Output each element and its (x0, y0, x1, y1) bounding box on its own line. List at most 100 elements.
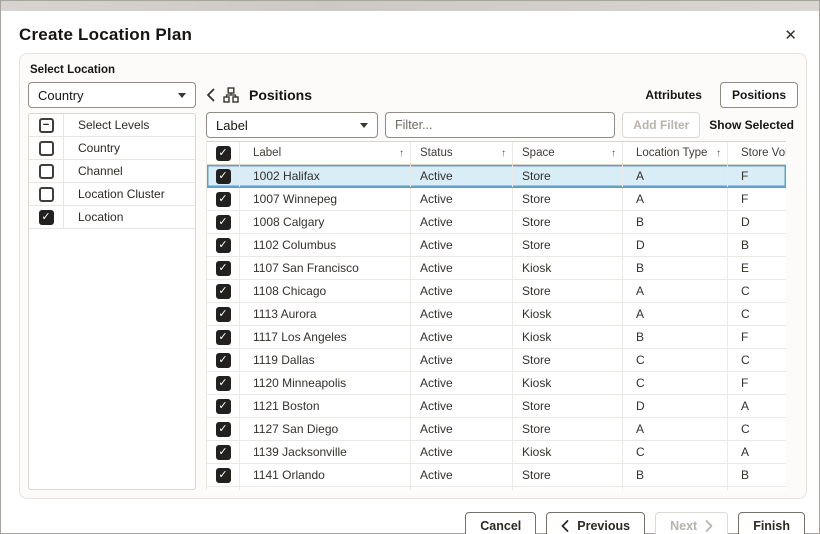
table-scrollbar[interactable] (786, 141, 798, 490)
location-level-dropdown[interactable]: Country (28, 82, 196, 108)
table-row[interactable]: ✓ 1107 San Francisco Active Kiosk B E (207, 257, 786, 280)
column-header-location-type[interactable]: Location Type ↑ (623, 142, 728, 164)
cell-space: Kiosk (513, 372, 623, 394)
column-header-status[interactable]: Status ↑ (411, 142, 513, 164)
previous-button[interactable]: Previous (546, 511, 646, 534)
level-row-country[interactable]: Country (29, 137, 195, 160)
table-row[interactable]: ✓ 1141 Orlando Active Store B B (207, 464, 786, 487)
sort-ascending-icon[interactable]: ↑ (611, 148, 616, 159)
filter-column-dropdown[interactable]: Label (206, 112, 378, 138)
cell-store-volume: F (741, 169, 749, 183)
table-row[interactable]: ✓ 1119 Dallas Active Store C C (207, 349, 786, 372)
table-row[interactable]: ✓ 1002 Halifax Active Store A F (207, 165, 786, 188)
show-selected-toggle[interactable]: Show Selected (707, 118, 798, 132)
table-row[interactable]: ✓ 1007 Winnepeg Active Store A F (207, 188, 786, 211)
positions-table-header-row: ✓ Label ↑ Status ↑ Space ↑ Location Type… (207, 142, 786, 165)
close-icon[interactable]: ✕ (780, 26, 801, 45)
table-row[interactable]: ✓ 1127 San Diego Active Store A C (207, 418, 786, 441)
table-row[interactable]: ✓1143 TampaActiveKioskAB (207, 487, 786, 490)
row-checkbox[interactable]: ✓ (215, 168, 231, 184)
sort-ascending-icon[interactable]: ↑ (501, 148, 506, 159)
chevron-right-icon (705, 520, 713, 532)
level-row-channel[interactable]: Channel (29, 160, 195, 183)
next-button[interactable]: Next (655, 511, 729, 534)
column-header-label[interactable]: Label ↑ (240, 142, 411, 164)
cell-space: Kiosk (513, 326, 623, 348)
cell-store-volume: F (741, 330, 749, 344)
cell-status: Active (411, 211, 513, 233)
row-checkbox[interactable]: ✓ (215, 375, 231, 391)
cell-space: Store (513, 188, 623, 210)
cell-label: 1143 Tampa (240, 487, 411, 490)
row-checkbox[interactable]: ✓ (215, 283, 231, 299)
column-header-store-volume[interactable]: Store Volume↑ (728, 142, 786, 164)
cell-label: 1120 Minneapolis (240, 372, 411, 394)
table-row[interactable]: ✓ 1121 Boston Active Store D A (207, 395, 786, 418)
table-row[interactable]: ✓ 1117 Los Angeles Active Kiosk B F (207, 326, 786, 349)
cell-store-volume: B (741, 468, 750, 482)
sort-ascending-icon[interactable]: ↑ (399, 148, 404, 159)
cell-store-volume: C (741, 353, 750, 367)
cell-status: Active (411, 165, 513, 187)
row-checkbox[interactable]: ✓ (215, 329, 231, 345)
cell-label: 1117 Los Angeles (240, 326, 411, 348)
finish-button[interactable]: Finish (738, 511, 805, 534)
filter-input[interactable] (385, 112, 616, 138)
cell-space: Kiosk (513, 303, 623, 325)
cell-label: 1141 Orlando (240, 464, 411, 486)
cell-space: Store (513, 464, 623, 486)
row-checkbox[interactable]: ✓ (215, 398, 231, 414)
sort-ascending-icon[interactable]: ↑ (716, 148, 721, 159)
row-checkbox[interactable]: ✓ (215, 214, 231, 230)
row-checkbox[interactable]: ✓ (215, 467, 231, 483)
cell-store-volume: F (741, 192, 749, 206)
cell-store-volume: C (741, 284, 750, 298)
cancel-button[interactable]: Cancel (465, 511, 537, 534)
attributes-button[interactable]: Attributes (637, 83, 710, 107)
table-row[interactable]: ✓ 1113 Aurora Active Kiosk A C (207, 303, 786, 326)
table-row[interactable]: ✓ 1139 Jacksonville Active Kiosk C A (207, 441, 786, 464)
cell-store-volume: C (741, 422, 750, 436)
cell-location-type: A (623, 188, 728, 210)
row-checkbox[interactable]: ✓ (215, 352, 231, 368)
table-row[interactable]: ✓ 1120 Minneapolis Active Kiosk C F (207, 372, 786, 395)
cell-status: Active (411, 418, 513, 440)
level-checkbox[interactable]: ✓ (38, 209, 54, 225)
positions-button[interactable]: Positions (719, 82, 798, 108)
level-checkbox[interactable] (38, 140, 54, 156)
select-location-label: Select Location (30, 64, 115, 76)
positions-title: Positions (249, 87, 313, 103)
table-row[interactable]: ✓ 1008 Calgary Active Store B D (207, 211, 786, 234)
cell-store-volume: B (728, 487, 786, 490)
positions-table-body: ✓ 1002 Halifax Active Store A F ✓ 1007 Winnepeg… (207, 165, 786, 490)
cell-status: Active (411, 487, 513, 490)
table-row[interactable]: ✓ 1108 Chicago Active Store A C (207, 280, 786, 303)
cell-store-volume: D (741, 215, 750, 229)
select-levels-header-row: − Select Levels (29, 114, 195, 137)
row-checkbox[interactable]: ✓ (215, 421, 231, 437)
row-checkbox[interactable]: ✓ (215, 444, 231, 460)
cell-status: Active (411, 372, 513, 394)
row-checkbox[interactable]: ✓ (215, 191, 231, 207)
cell-label: 1102 Columbus (240, 234, 411, 256)
level-label: Channel (78, 164, 123, 178)
cell-location-type: D (623, 395, 728, 417)
cell-store-volume: C (741, 307, 750, 321)
level-checkbox[interactable] (38, 186, 54, 202)
level-row-location[interactable]: ✓ Location (29, 206, 195, 229)
select-all-checkbox[interactable]: ✓ (215, 145, 231, 161)
level-row-location-cluster[interactable]: Location Cluster (29, 183, 195, 206)
row-checkbox[interactable]: ✓ (215, 260, 231, 276)
row-checkbox[interactable]: ✓ (215, 306, 231, 322)
table-row[interactable]: ✓ 1102 Columbus Active Store D B (207, 234, 786, 257)
cell-status: Active (411, 349, 513, 371)
column-header-space[interactable]: Space ↑ (513, 142, 623, 164)
back-chevron-icon[interactable] (206, 88, 215, 102)
row-checkbox[interactable]: ✓ (215, 237, 231, 253)
level-checkbox[interactable] (38, 163, 54, 179)
level-label: Location Cluster (78, 187, 165, 201)
add-filter-button[interactable]: Add Filter (622, 112, 701, 138)
cell-label: 1121 Boston (240, 395, 411, 417)
cell-location-type: C (623, 349, 728, 371)
select-levels-indeterminate-checkbox[interactable]: − (38, 117, 54, 133)
